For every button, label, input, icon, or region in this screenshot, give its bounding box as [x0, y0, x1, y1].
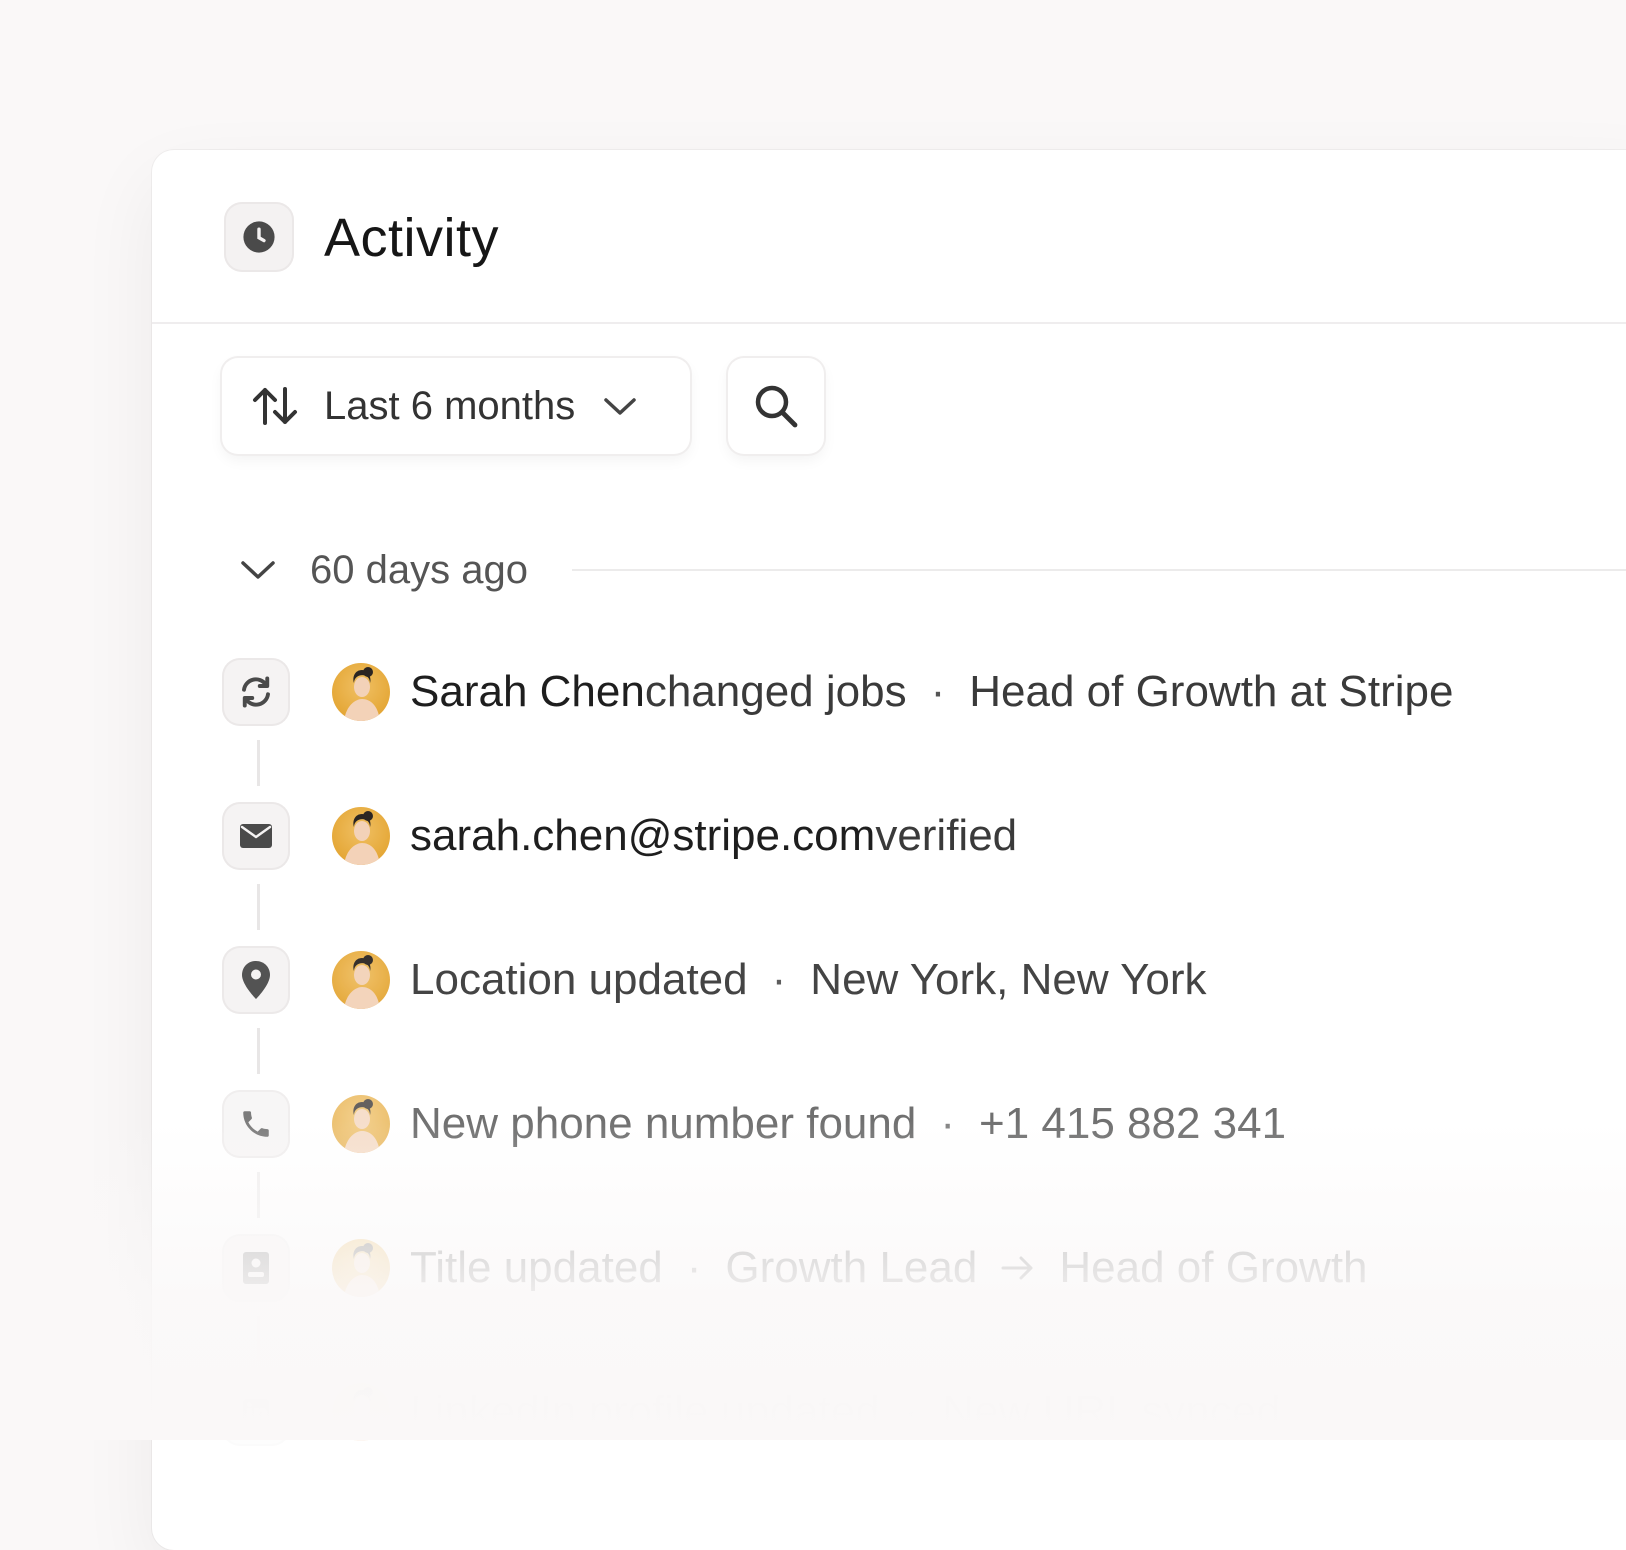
- avatar: [332, 663, 390, 721]
- avatar: [332, 1383, 390, 1441]
- event-action: New phone number found: [410, 1099, 917, 1148]
- avatar: [332, 951, 390, 1009]
- event-row-location[interactable]: Location updated · New York, New York: [222, 944, 1207, 1016]
- event-row-linkedin[interactable]: LinkedIn profile updated · New URL synce…: [222, 1376, 1281, 1448]
- event-detail: New URL synced: [942, 1387, 1281, 1436]
- avatar: [332, 1239, 390, 1297]
- timeline-connector: [257, 1028, 260, 1074]
- chevron-down-icon: [603, 396, 637, 416]
- separator-dot: ·: [686, 1243, 702, 1292]
- event-row-email-verified[interactable]: sarah.chen@stripe.com verified: [222, 800, 1017, 872]
- event-detail-new: Head of Growth: [1059, 1243, 1368, 1292]
- event-row-title[interactable]: Title updated · Growth Lead Head of Grow…: [222, 1232, 1368, 1304]
- separator-dot: ·: [930, 667, 946, 716]
- page-title: Activity: [324, 208, 500, 268]
- arrow-right-icon: [1001, 1255, 1035, 1281]
- refresh-icon: [222, 658, 290, 726]
- event-action: Title updated: [410, 1243, 663, 1292]
- linkedin-icon: [222, 1378, 290, 1446]
- avatar: [332, 807, 390, 865]
- separator-dot: ·: [771, 955, 787, 1004]
- group-header-60-days[interactable]: 60 days ago: [240, 540, 1626, 600]
- event-detail-old: Growth Lead: [725, 1243, 978, 1292]
- mail-icon: [222, 802, 290, 870]
- event-action: LinkedIn profile updated: [410, 1387, 880, 1436]
- group-label: 60 days ago: [310, 547, 528, 592]
- avatar: [332, 1095, 390, 1153]
- event-action: changed jobs: [644, 667, 907, 716]
- chevron-down-icon: [240, 559, 284, 581]
- event-detail: New York, New York: [810, 955, 1207, 1004]
- separator-dot: ·: [940, 1099, 955, 1148]
- timeline-connector: [257, 1172, 260, 1218]
- event-actor: Sarah Chen: [410, 667, 645, 716]
- event-detail: Head of Growth at Stripe: [969, 667, 1454, 716]
- search-icon: [753, 383, 799, 429]
- location-pin-icon: [222, 946, 290, 1014]
- event-email: sarah.chen@stripe.com: [410, 811, 876, 860]
- event-row-job-change[interactable]: Sarah Chen changed jobs · Head of Growth…: [222, 656, 1454, 728]
- event-action: Location updated: [410, 955, 748, 1004]
- date-range-dropdown[interactable]: Last 6 months: [222, 358, 690, 454]
- event-detail: +1 415 882 341: [979, 1099, 1287, 1148]
- id-card-icon: [222, 1234, 290, 1302]
- event-action: verified: [875, 811, 1018, 860]
- separator-dot: ·: [903, 1387, 919, 1436]
- timeline-connector: [257, 884, 260, 930]
- clock-icon: [224, 202, 294, 272]
- panel-header: Activity: [152, 150, 1626, 324]
- date-range-label: Last 6 months: [324, 383, 576, 428]
- group-divider: [571, 569, 1626, 571]
- search-button[interactable]: [728, 358, 824, 454]
- event-row-phone[interactable]: New phone number found · +1 415 882 341: [222, 1088, 1286, 1160]
- timeline-connector: [257, 740, 260, 786]
- sort-arrows-icon: [252, 385, 298, 427]
- timeline-connector: [257, 1316, 260, 1362]
- phone-icon: [222, 1090, 290, 1158]
